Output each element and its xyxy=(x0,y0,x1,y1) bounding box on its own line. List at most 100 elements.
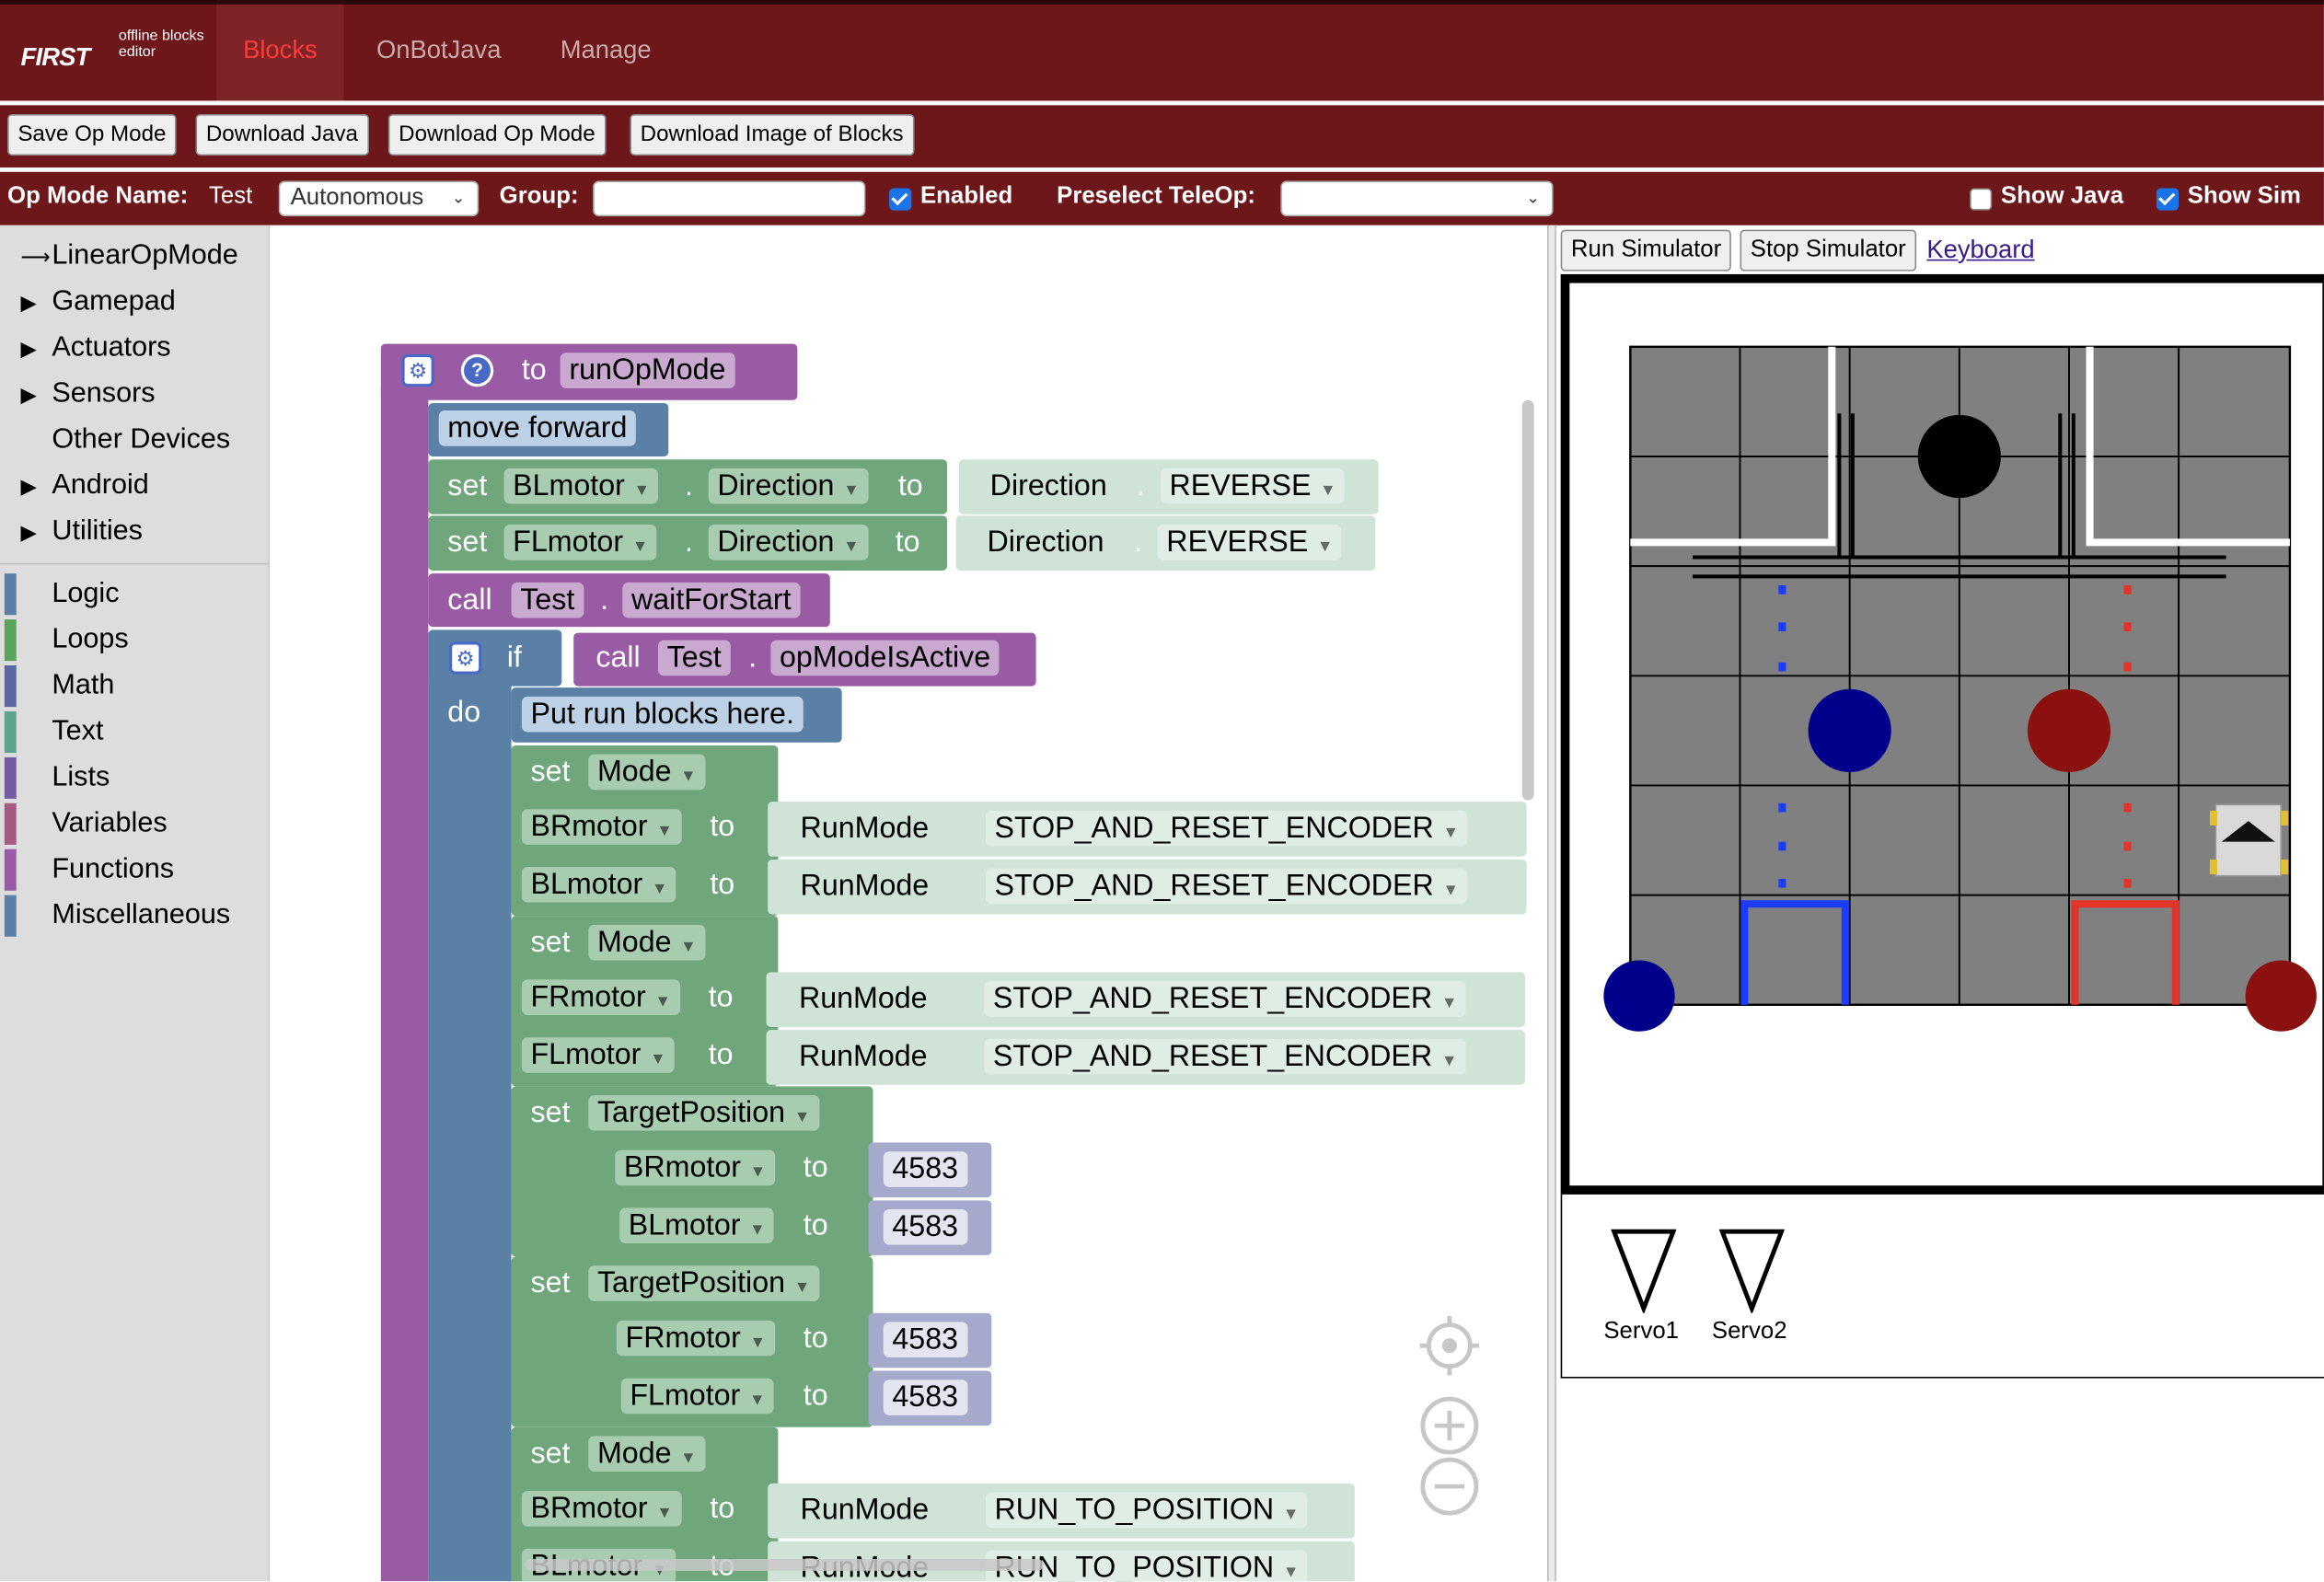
property-dropdown[interactable]: Mode ▼ xyxy=(588,924,706,961)
property-dropdown[interactable]: Mode ▼ xyxy=(588,1436,706,1472)
gear-icon[interactable]: ⚙ xyxy=(448,641,482,675)
do-label: do xyxy=(447,696,481,730)
op-mode-type-select[interactable]: Autonomous ⌄ xyxy=(278,180,480,217)
to-label: to xyxy=(897,469,923,502)
zoom-out-icon[interactable] xyxy=(1420,1457,1479,1516)
show-java-checkbox[interactable] xyxy=(1970,188,1993,211)
gear-icon[interactable]: ⚙ xyxy=(401,353,434,387)
simulator-canvas[interactable] xyxy=(1560,273,2324,1195)
download-image-button[interactable]: Download Image of Blocks xyxy=(630,113,914,156)
method-field[interactable]: waitForStart xyxy=(622,582,801,618)
toolbox-category-variables[interactable]: Variables xyxy=(0,802,268,846)
enum-value-dropdown[interactable]: REVERSE ▼ xyxy=(1160,468,1346,504)
toolbox-category-functions[interactable]: Functions xyxy=(0,848,268,892)
save-op-mode-button[interactable]: Save Op Mode xyxy=(7,113,177,156)
number-field[interactable]: 4583 xyxy=(883,1209,967,1245)
show-java-label: Show Java xyxy=(2000,183,2124,210)
motor-dropdown[interactable]: BLmotor ▼ xyxy=(503,468,659,504)
number-field[interactable]: 4583 xyxy=(883,1151,967,1187)
dropdown-arrow-icon: ▼ xyxy=(1316,537,1334,556)
toolbox-item-label: Miscellaneous xyxy=(52,899,231,931)
number-field[interactable]: 4583 xyxy=(883,1380,967,1415)
workspace-vertical-scrollbar[interactable] xyxy=(1521,399,1534,801)
toolbox-item-label: Functions xyxy=(52,853,175,885)
blocks-workspace[interactable]: ⚙ ? to runOpMode move forward set BLmoto… xyxy=(270,225,1548,1582)
tab-manage[interactable]: Manage xyxy=(534,5,678,101)
toolbox-item-utilities[interactable]: ▶ Utilities xyxy=(0,510,268,554)
set-label: set xyxy=(530,1266,571,1300)
enum-value-dropdown[interactable]: STOP_AND_RESET_ENCODER ▼ xyxy=(985,868,1468,905)
download-op-mode-button[interactable]: Download Op Mode xyxy=(387,113,606,156)
comment-field[interactable]: move forward xyxy=(438,410,637,446)
number-field[interactable]: 4583 xyxy=(883,1322,967,1358)
motor-dropdown[interactable]: BLmotor ▼ xyxy=(521,867,677,903)
chevron-down-icon: ⌄ xyxy=(451,190,466,208)
set-label: set xyxy=(530,1437,571,1471)
servo2-triangle-icon xyxy=(1718,1229,1785,1313)
enum-value-dropdown[interactable]: REVERSE ▼ xyxy=(1157,525,1343,560)
property-dropdown[interactable]: Direction ▼ xyxy=(708,468,869,504)
motor-dropdown[interactable]: FRmotor ▼ xyxy=(521,979,680,1016)
function-name-field[interactable]: runOpMode xyxy=(560,352,735,388)
set-label: set xyxy=(530,756,571,789)
opmode-field[interactable]: Test xyxy=(511,582,584,618)
toolbox-item-other-devices[interactable]: Other Devices xyxy=(0,418,268,462)
tab-onbotjava[interactable]: OnBotJava xyxy=(350,5,527,101)
keyboard-link[interactable]: Keyboard xyxy=(1926,236,2034,265)
toolbox-item-android[interactable]: ▶ Android xyxy=(0,464,268,508)
motor-dropdown[interactable]: BRmotor ▼ xyxy=(521,1490,682,1527)
motor-dropdown[interactable]: FLmotor ▼ xyxy=(620,1378,775,1415)
motor-dropdown[interactable]: FLmotor ▼ xyxy=(521,1037,676,1073)
tab-blocks[interactable]: Blocks xyxy=(216,4,344,101)
enum-value-dropdown[interactable]: STOP_AND_RESET_ENCODER ▼ xyxy=(984,981,1467,1017)
enum-type-label: RunMode xyxy=(798,982,928,1016)
enum-type-label: RunMode xyxy=(800,812,930,845)
motor-dropdown[interactable]: BRmotor ▼ xyxy=(521,809,682,845)
property-name: Mode xyxy=(596,1437,672,1471)
toolbox-item-linearopmode[interactable]: ⟶ LinearOpMode xyxy=(0,234,268,278)
toolbox-item-sensors[interactable]: ▶ Sensors xyxy=(0,372,268,416)
toolbox-category-math[interactable]: Math xyxy=(0,664,268,708)
property-dropdown[interactable]: Direction ▼ xyxy=(708,525,869,560)
preselect-teleop-select[interactable]: ⌄ xyxy=(1280,180,1554,217)
method-field[interactable]: opModeIsActive xyxy=(770,640,1000,676)
toolbox-item-gamepad[interactable]: ▶ Gamepad xyxy=(0,280,268,324)
property-name: TargetPosition xyxy=(596,1096,786,1130)
comment-field[interactable]: Put run blocks here. xyxy=(521,696,804,733)
center-black-ball xyxy=(1917,414,2001,499)
help-icon[interactable]: ? xyxy=(460,353,494,387)
download-java-button[interactable]: Download Java xyxy=(195,113,369,156)
zoom-in-icon[interactable] xyxy=(1420,1396,1479,1455)
recenter-icon[interactable] xyxy=(1416,1313,1482,1379)
workspace-horizontal-scrollbar[interactable] xyxy=(525,1559,1044,1571)
enum-value-dropdown[interactable]: STOP_AND_RESET_ENCODER ▼ xyxy=(984,1038,1467,1075)
toolbox-item-actuators[interactable]: ▶ Actuators xyxy=(0,326,268,370)
run-simulator-button[interactable]: Run Simulator xyxy=(1560,229,1732,271)
toolbox-category-loops[interactable]: Loops xyxy=(0,618,268,662)
toolbox-category-lists[interactable]: Lists xyxy=(0,756,268,800)
motor-dropdown[interactable]: BLmotor ▼ xyxy=(619,1207,775,1244)
show-sim-checkbox[interactable] xyxy=(2156,188,2179,211)
to-label: to xyxy=(710,1492,735,1525)
enabled-checkbox[interactable] xyxy=(889,188,912,211)
dropdown-arrow-icon: ▼ xyxy=(656,822,673,841)
motor-dropdown[interactable]: BRmotor ▼ xyxy=(615,1149,775,1186)
enum-value-dropdown[interactable]: STOP_AND_RESET_ENCODER ▼ xyxy=(985,810,1468,847)
motor-dropdown[interactable]: FLmotor ▼ xyxy=(503,525,657,560)
stop-simulator-button[interactable]: Stop Simulator xyxy=(1740,229,1917,271)
panel-resize-divider[interactable] xyxy=(1547,225,1556,1582)
set-label: set xyxy=(530,1096,571,1130)
toolbox-category-logic[interactable]: Logic xyxy=(0,572,268,617)
dropdown-arrow-icon: ▼ xyxy=(1440,994,1458,1012)
toolbox-category-text[interactable]: Text xyxy=(0,710,268,754)
motor-dropdown[interactable]: FRmotor ▼ xyxy=(616,1320,775,1357)
group-input[interactable] xyxy=(593,180,866,217)
property-dropdown[interactable]: TargetPosition ▼ xyxy=(588,1095,819,1131)
property-dropdown[interactable]: Mode ▼ xyxy=(588,754,706,791)
opmode-field[interactable]: Test xyxy=(657,640,731,676)
toolbox-category-miscellaneous[interactable]: Miscellaneous xyxy=(0,894,268,938)
enum-value-dropdown[interactable]: RUN_TO_POSITION ▼ xyxy=(985,1492,1309,1529)
enum-type-label: RunMode xyxy=(800,870,930,903)
property-dropdown[interactable]: TargetPosition ▼ xyxy=(588,1265,819,1301)
enum-type-label: Direction xyxy=(987,525,1104,560)
